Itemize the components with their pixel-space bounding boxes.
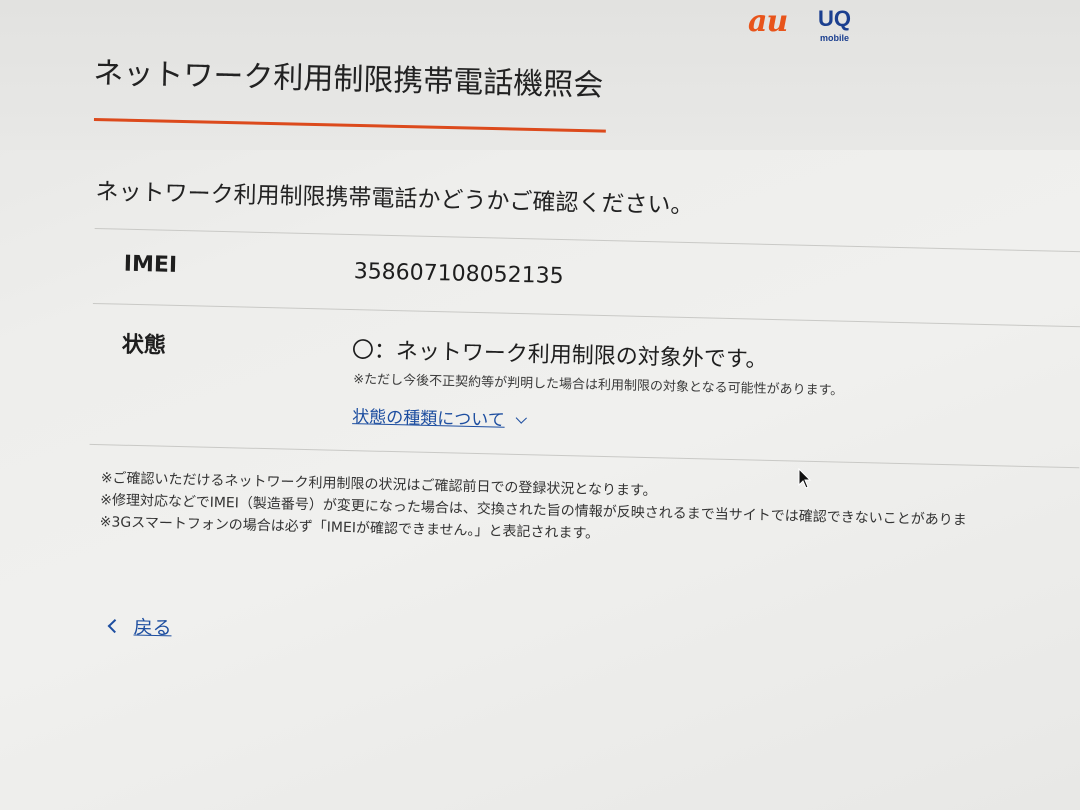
au-logo[interactable]: au: [748, 4, 788, 39]
chevron-down-icon[interactable]: [515, 412, 527, 424]
status-types-link[interactable]: 状態の種類について: [352, 402, 527, 431]
imei-label: IMEI: [123, 251, 178, 278]
mouse-cursor-icon: [798, 468, 812, 489]
table-row-status: 状態 〇：ネットワーク利用制限の対象外です。 ※ただし今後不正契約等が判明した場…: [89, 303, 1080, 469]
imei-value: 358607108052135: [353, 259, 564, 290]
status-label: 状態: [121, 332, 167, 359]
uq-logo[interactable]: UQ: [818, 8, 851, 30]
back-link[interactable]: 戻る: [107, 612, 172, 640]
title-underline: [93, 118, 606, 133]
page-title: ネットワーク利用制限携帯電話機照会: [92, 55, 604, 104]
notes-list: ※ご確認いただけるネットワーク利用制限の状況はご確認前日での登録状況となります。…: [87, 467, 1068, 556]
intro-text: ネットワーク利用制限携帯電話かどうかご確認ください。: [95, 178, 694, 220]
page-header: au UQ mobile ネットワーク利用制限携帯電話機照会: [0, 0, 1080, 150]
result-table: IMEI 358607108052135 状態 〇：ネットワーク利用制限の対象外…: [89, 227, 1080, 469]
status-value: 〇：ネットワーク利用制限の対象外です。: [351, 338, 768, 373]
uq-logo-subtext: mobile: [820, 33, 850, 43]
status-types-link-label[interactable]: 状態の種類について: [352, 407, 505, 431]
main-content: ネットワーク利用制限携帯電話かどうかご確認ください。 IMEI 35860710…: [87, 172, 1080, 556]
chevron-left-icon[interactable]: [107, 619, 122, 634]
status-note: ※ただし今後不正契約等が判明した場合は利用制限の対象となる可能性があります。: [353, 372, 844, 399]
back-label[interactable]: 戻る: [133, 617, 172, 640]
